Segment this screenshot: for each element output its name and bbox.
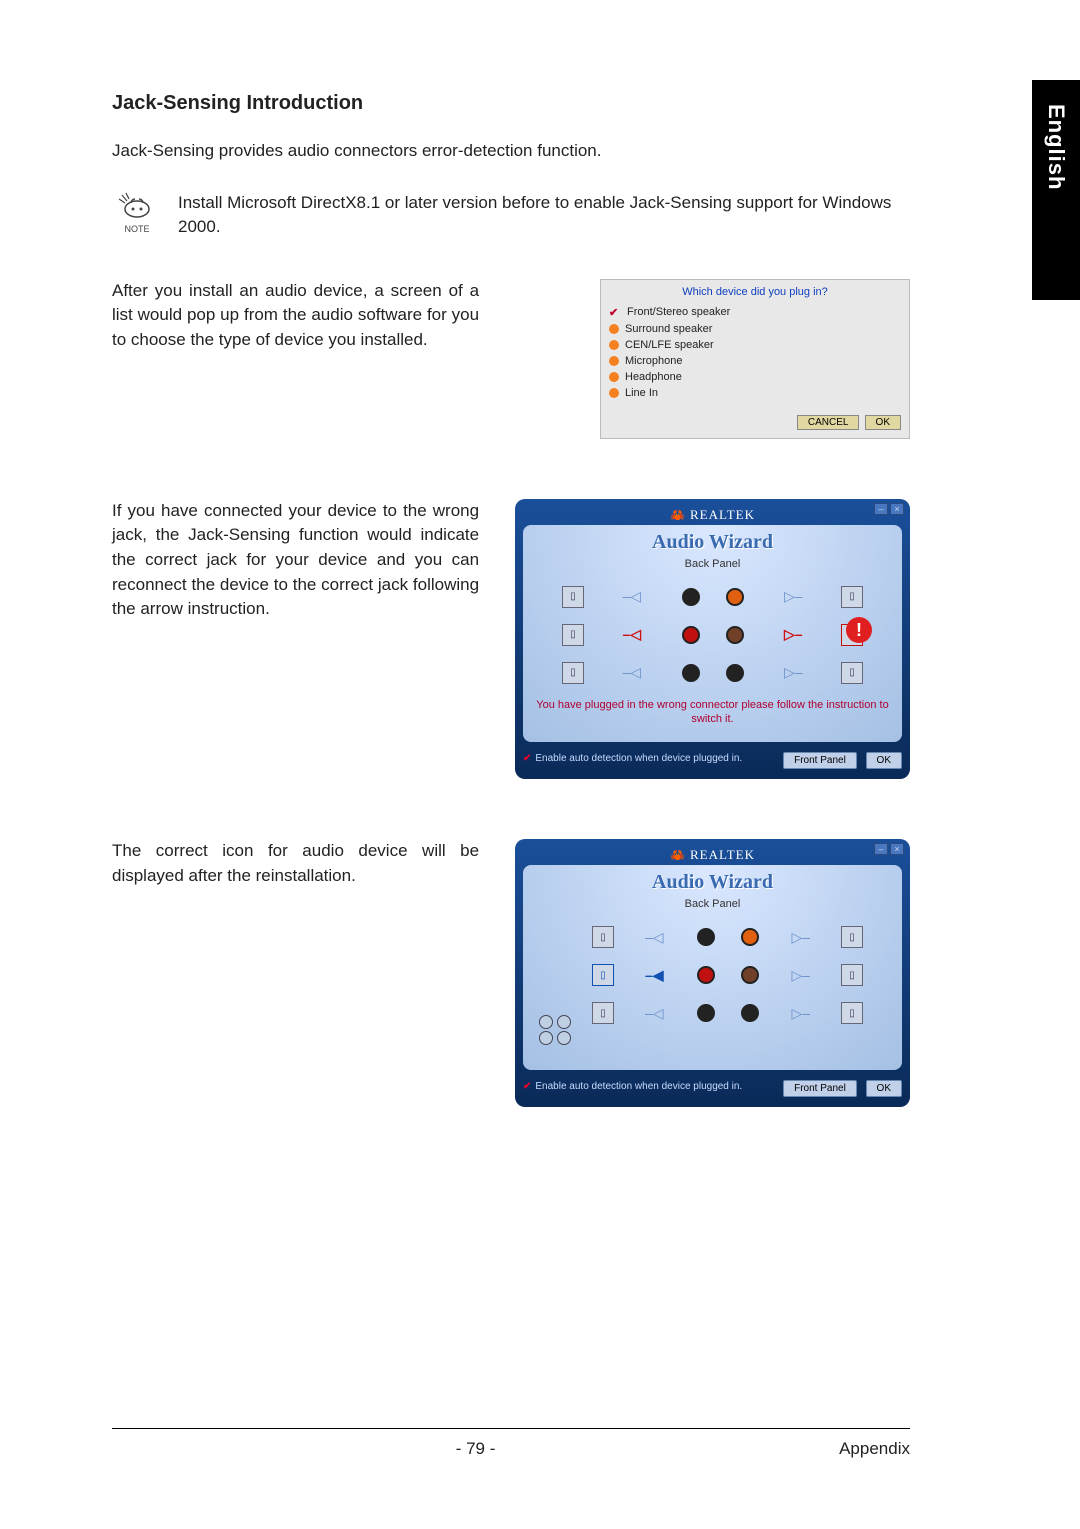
audio-port <box>682 588 700 606</box>
audio-wizard-wrong: – × REALTEK Audio Wizard Back Panel ▯ –◁ ▷… <box>515 499 910 780</box>
audio-port <box>741 928 759 946</box>
connector-icon: ▯ <box>841 586 863 608</box>
wizard-brand: REALTEK <box>523 507 902 523</box>
audio-port <box>697 1004 715 1022</box>
arrow-icon: ▷– <box>784 588 803 605</box>
arrow-red-icon: ▷– <box>784 626 803 643</box>
wizard-warning: You have plugged in the wrong connector … <box>533 698 892 727</box>
auto-detect-checkbox[interactable]: ✔Enable auto detection when device plugg… <box>523 753 742 764</box>
option-microphone[interactable]: Microphone <box>609 353 901 369</box>
option-front-stereo[interactable]: ✔Front/Stereo speaker <box>609 304 901 321</box>
front-panel-button[interactable]: Front Panel <box>783 752 857 769</box>
section-correct-jack: The correct icon for audio device will b… <box>112 839 910 1107</box>
audio-port <box>697 928 715 946</box>
side-connectors <box>539 1015 571 1045</box>
note-label: NOTE <box>124 224 149 234</box>
note-icon: NOTE <box>112 191 162 236</box>
minimize-icon[interactable]: – <box>874 843 888 855</box>
device-popup: Which device did you plug in? ✔Front/Ste… <box>600 279 910 439</box>
wizard-title: Audio Wizard <box>533 871 892 894</box>
jack-grid: ▯ –◁ ▷– ▯ ▯ –◀ ▷– ▯ ▯ –◁ ▷– ▯ <box>583 920 872 1030</box>
warning-icon: ! <box>846 617 872 643</box>
section-name: Appendix <box>839 1439 910 1459</box>
language-tab: English <box>1032 80 1080 300</box>
language-label: English <box>1043 104 1069 190</box>
section3-text: The correct icon for audio device will b… <box>112 839 479 888</box>
audio-port <box>726 664 744 682</box>
connector-icon: ▯ <box>841 662 863 684</box>
close-icon[interactable]: × <box>890 843 904 855</box>
connector-icon: ▯ <box>592 1002 614 1024</box>
note-text: Install Microsoft DirectX8.1 or later ve… <box>178 191 910 239</box>
audio-port <box>682 626 700 644</box>
arrow-icon: –◁ <box>645 1005 664 1022</box>
wizard-subtitle: Back Panel <box>533 558 892 570</box>
arrow-icon: ▷– <box>791 967 810 984</box>
connector-icon: ▯ <box>562 586 584 608</box>
arrow-icon: –◁ <box>645 929 664 946</box>
page-number: - 79 - <box>456 1439 496 1459</box>
arrow-icon: ▷– <box>791 929 810 946</box>
ok-button[interactable]: OK <box>866 1080 902 1097</box>
cancel-button[interactable]: CANCEL <box>797 415 860 430</box>
jack-grid: ▯–◁▷–▯ ▯–◁▷–▯ ▯–◁▷–▯ <box>553 580 872 690</box>
arrow-icon: –◁ <box>622 664 641 681</box>
wizard-brand: REALTEK <box>523 847 902 863</box>
option-headphone[interactable]: Headphone <box>609 369 901 385</box>
connector-active-icon: ▯ <box>592 964 614 986</box>
page-footer: - 79 - Appendix <box>112 1428 910 1459</box>
minimize-icon[interactable]: – <box>874 503 888 515</box>
connector-icon: ▯ <box>841 926 863 948</box>
ok-button[interactable]: OK <box>865 415 901 430</box>
audio-port <box>741 966 759 984</box>
audio-port <box>726 626 744 644</box>
connector-icon: ▯ <box>562 624 584 646</box>
arrow-icon: ▷– <box>791 1005 810 1022</box>
connector-icon: ▯ <box>841 964 863 986</box>
section-device-list: After you install an audio device, a scr… <box>112 279 910 439</box>
intro-text: Jack-Sensing provides audio connectors e… <box>112 141 910 161</box>
section-wrong-jack: If you have connected your device to the… <box>112 499 910 780</box>
arrow-red-icon: –◁ <box>622 626 641 643</box>
audio-port <box>741 1004 759 1022</box>
auto-detect-checkbox[interactable]: ✔Enable auto detection when device plugg… <box>523 1081 742 1092</box>
connector-icon: ▯ <box>592 926 614 948</box>
section1-text: After you install an audio device, a scr… <box>112 279 479 353</box>
page-heading: Jack-Sensing Introduction <box>112 92 910 115</box>
arrow-icon: –◁ <box>622 588 641 605</box>
page-content: Jack-Sensing Introduction Jack-Sensing p… <box>112 92 910 1429</box>
connector-icon: ▯ <box>562 662 584 684</box>
wizard-subtitle: Back Panel <box>533 898 892 910</box>
arrow-active-icon: –◀ <box>645 967 664 984</box>
popup-question: Which device did you plug in? <box>609 286 901 298</box>
arrow-icon: ▷– <box>784 664 803 681</box>
audio-wizard-correct: – × REALTEK Audio Wizard Back Panel ▯ –◁ ▷… <box>515 839 910 1107</box>
option-surround[interactable]: Surround speaker <box>609 321 901 337</box>
option-line-in[interactable]: Line In <box>609 385 901 401</box>
section2-text: If you have connected your device to the… <box>112 499 479 622</box>
note-block: NOTE Install Microsoft DirectX8.1 or lat… <box>112 191 910 239</box>
wizard-title: Audio Wizard <box>533 531 892 554</box>
option-cen-lfe[interactable]: CEN/LFE speaker <box>609 337 901 353</box>
audio-port <box>682 664 700 682</box>
front-panel-button[interactable]: Front Panel <box>783 1080 857 1097</box>
audio-port <box>697 966 715 984</box>
ok-button[interactable]: OK <box>866 752 902 769</box>
close-icon[interactable]: × <box>890 503 904 515</box>
audio-port <box>726 588 744 606</box>
connector-icon: ▯ <box>841 1002 863 1024</box>
